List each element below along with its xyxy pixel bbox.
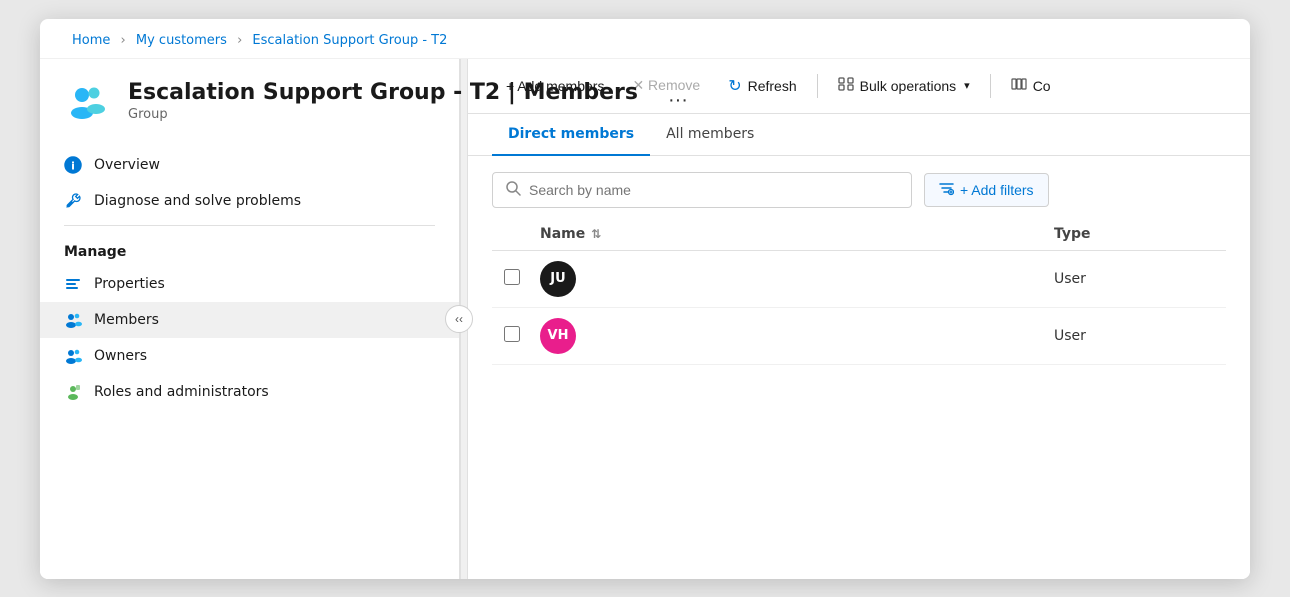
table-row[interactable]: VH User bbox=[492, 308, 1226, 365]
sidebar-item-owners-label: Owners bbox=[94, 348, 147, 364]
header-name[interactable]: Name ⇅ bbox=[540, 226, 1054, 242]
bulk-operations-label: Bulk operations bbox=[860, 78, 957, 94]
sidebar-item-members-label: Members bbox=[94, 312, 159, 328]
refresh-icon: ↻ bbox=[728, 76, 741, 96]
page-title: Escalation Support Group - T2 | Members bbox=[128, 80, 638, 105]
header-type: Type bbox=[1054, 226, 1214, 242]
sidebar-item-roles-label: Roles and administrators bbox=[94, 384, 269, 400]
sidebar-nav: i Overview Diagnose and solve problems M… bbox=[40, 139, 459, 418]
page-header-text: Escalation Support Group - T2 | Members … bbox=[128, 80, 638, 122]
bulk-operations-button[interactable]: Bulk operations ▾ bbox=[824, 69, 984, 103]
tab-all-label: All members bbox=[666, 126, 754, 142]
row-1-check[interactable] bbox=[504, 269, 540, 289]
table-row[interactable]: JU User bbox=[492, 251, 1226, 308]
sidebar: Escalation Support Group - T2 | Members … bbox=[40, 59, 460, 579]
filter-icon bbox=[939, 181, 954, 199]
main-layout: Escalation Support Group - T2 | Members … bbox=[40, 59, 1250, 579]
data-table: Name ⇅ Type JU User bbox=[468, 218, 1250, 579]
main-window: Home › My customers › Escalation Support… bbox=[40, 19, 1250, 579]
table-header: Name ⇅ Type bbox=[492, 218, 1226, 251]
manage-section-label: Manage bbox=[40, 232, 459, 266]
sidebar-item-members[interactable]: Members bbox=[40, 302, 459, 338]
bulk-icon bbox=[838, 76, 854, 96]
row-2-avatar: VH bbox=[540, 318, 576, 354]
page-subtitle: Group bbox=[128, 107, 638, 122]
columns-icon bbox=[1011, 76, 1027, 95]
search-input[interactable] bbox=[529, 182, 899, 198]
nav-divider bbox=[64, 225, 435, 226]
members-icon bbox=[64, 311, 82, 329]
sidebar-item-overview-label: Overview bbox=[94, 157, 160, 173]
bulk-dropdown-arrow: ▾ bbox=[964, 79, 970, 92]
content-area: + Add members ✕ Remove ↻ Refresh bbox=[468, 59, 1250, 579]
col-type-label: Type bbox=[1054, 226, 1091, 242]
owners-icon bbox=[64, 347, 82, 365]
ellipsis-button[interactable]: ··· bbox=[662, 87, 694, 114]
sidebar-item-properties-label: Properties bbox=[94, 276, 165, 292]
row-2-checkbox[interactable] bbox=[504, 326, 520, 342]
add-filters-label: + Add filters bbox=[960, 182, 1034, 198]
collapse-sidebar-button[interactable]: ‹‹ bbox=[445, 305, 473, 333]
row-1-initials: JU bbox=[550, 271, 565, 286]
svg-text:i: i bbox=[71, 159, 75, 172]
row-2-check[interactable] bbox=[504, 326, 540, 346]
breadcrumb-group[interactable]: Escalation Support Group - T2 bbox=[252, 33, 447, 48]
row-1-avatar: JU bbox=[540, 261, 576, 297]
toolbar-divider-1 bbox=[817, 74, 818, 98]
breadcrumb: Home › My customers › Escalation Support… bbox=[40, 19, 1250, 59]
refresh-button[interactable]: ↻ Refresh bbox=[714, 69, 810, 103]
toolbar-divider-2 bbox=[990, 74, 991, 98]
row-1-checkbox[interactable] bbox=[504, 269, 520, 285]
bars-icon bbox=[64, 275, 82, 293]
breadcrumb-sep1: › bbox=[121, 33, 126, 48]
columns-button[interactable]: Co bbox=[997, 69, 1065, 102]
breadcrumb-sep2: › bbox=[237, 33, 242, 48]
row-1-type: User bbox=[1054, 271, 1214, 287]
refresh-label: Refresh bbox=[748, 78, 797, 94]
page-header: Escalation Support Group - T2 | Members … bbox=[40, 59, 459, 139]
tab-direct-label: Direct members bbox=[508, 126, 634, 142]
search-row: + Add filters bbox=[468, 156, 1250, 218]
columns-label: Co bbox=[1033, 78, 1051, 94]
sidebar-item-diagnose-label: Diagnose and solve problems bbox=[94, 193, 301, 209]
roles-icon bbox=[64, 383, 82, 401]
group-icon bbox=[64, 77, 112, 125]
sort-icon: ⇅ bbox=[591, 227, 601, 241]
sidebar-item-diagnose[interactable]: Diagnose and solve problems bbox=[40, 183, 459, 219]
wrench-icon bbox=[64, 192, 82, 210]
row-2-type: User bbox=[1054, 328, 1214, 344]
sidebar-item-owners[interactable]: Owners bbox=[40, 338, 459, 374]
col-name-label: Name bbox=[540, 226, 585, 242]
info-icon: i bbox=[64, 156, 82, 174]
breadcrumb-home[interactable]: Home bbox=[72, 33, 110, 48]
sidebar-item-properties[interactable]: Properties bbox=[40, 266, 459, 302]
sidebar-item-roles[interactable]: Roles and administrators bbox=[40, 374, 459, 410]
tab-all-members[interactable]: All members bbox=[650, 114, 770, 156]
row-2-initials: VH bbox=[548, 328, 569, 343]
search-box[interactable] bbox=[492, 172, 912, 208]
add-filters-button[interactable]: + Add filters bbox=[924, 173, 1049, 207]
sidebar-item-overview[interactable]: i Overview bbox=[40, 147, 459, 183]
search-icon bbox=[505, 180, 521, 200]
breadcrumb-my-customers[interactable]: My customers bbox=[136, 33, 227, 48]
